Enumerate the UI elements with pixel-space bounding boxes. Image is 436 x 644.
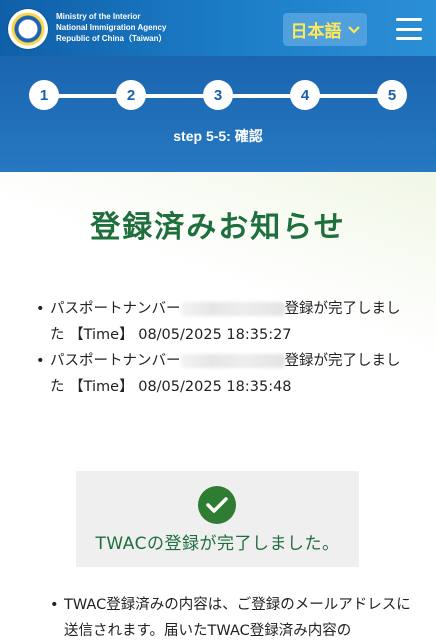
language-label: 日本語 — [290, 22, 342, 42]
record-prefix: パスポートナンバー — [50, 301, 181, 317]
current-step-label: step 5-5: 確認 — [173, 128, 263, 144]
step-5: 5 — [377, 80, 407, 110]
redacted-passport-number — [180, 302, 285, 316]
notes-list: TWAC登録済みの内容は、ご登録のメールアドレスに送信されます。届いたTWAC登… — [50, 592, 424, 644]
list-item: TWAC登録済みの内容は、ご登録のメールアドレスに送信されます。届いたTWAC登… — [50, 592, 424, 644]
record-time-label: 【Time】 — [69, 379, 134, 395]
agency-emblem-logo[interactable] — [8, 9, 48, 49]
top-bar: Ministry of the Interior National Immigr… — [0, 0, 436, 56]
agency-line-1: Ministry of the Interior — [56, 12, 141, 21]
step-4: 4 — [290, 80, 320, 110]
chevron-down-icon — [347, 23, 360, 37]
record-prefix: パスポートナンバー — [50, 353, 181, 369]
page-title: 登録済みお知らせ — [90, 210, 346, 245]
hamburger-menu-icon[interactable] — [396, 18, 422, 40]
language-select-button[interactable]: 日本語 — [283, 13, 367, 46]
check-circle-icon — [198, 486, 236, 524]
list-item: パスポートナンバー登録が完了しました 【Time】 08/05/2025 18:… — [36, 348, 410, 400]
list-item: パスポートナンバー登録が完了しました 【Time】 08/05/2025 18:… — [36, 296, 410, 348]
redacted-passport-number — [180, 354, 285, 368]
record-time: 08/05/2025 18:35:48 — [138, 379, 292, 395]
record-time: 08/05/2025 18:35:27 — [138, 327, 292, 343]
step-2: 2 — [116, 80, 146, 110]
step-3: 3 — [203, 80, 233, 110]
step-1: 1 — [29, 80, 59, 110]
success-message: TWACの登録が完了しました。 — [95, 534, 340, 554]
agency-name: Ministry of the Interior National Immigr… — [56, 11, 196, 44]
agency-line-2: National Immigration Agency — [56, 23, 167, 32]
registration-records: パスポートナンバー登録が完了しました 【Time】 08/05/2025 18:… — [36, 296, 410, 400]
record-time-label: 【Time】 — [69, 327, 134, 343]
success-panel: TWACの登録が完了しました。 — [76, 471, 359, 567]
progress-stepper: 1 2 3 4 5 step 5-5: 確認 — [0, 56, 436, 172]
main-content: 登録済みお知らせ パスポートナンバー登録が完了しました 【Time】 08/05… — [0, 172, 436, 640]
agency-line-3: Republic of China（Taiwan） — [56, 34, 167, 43]
